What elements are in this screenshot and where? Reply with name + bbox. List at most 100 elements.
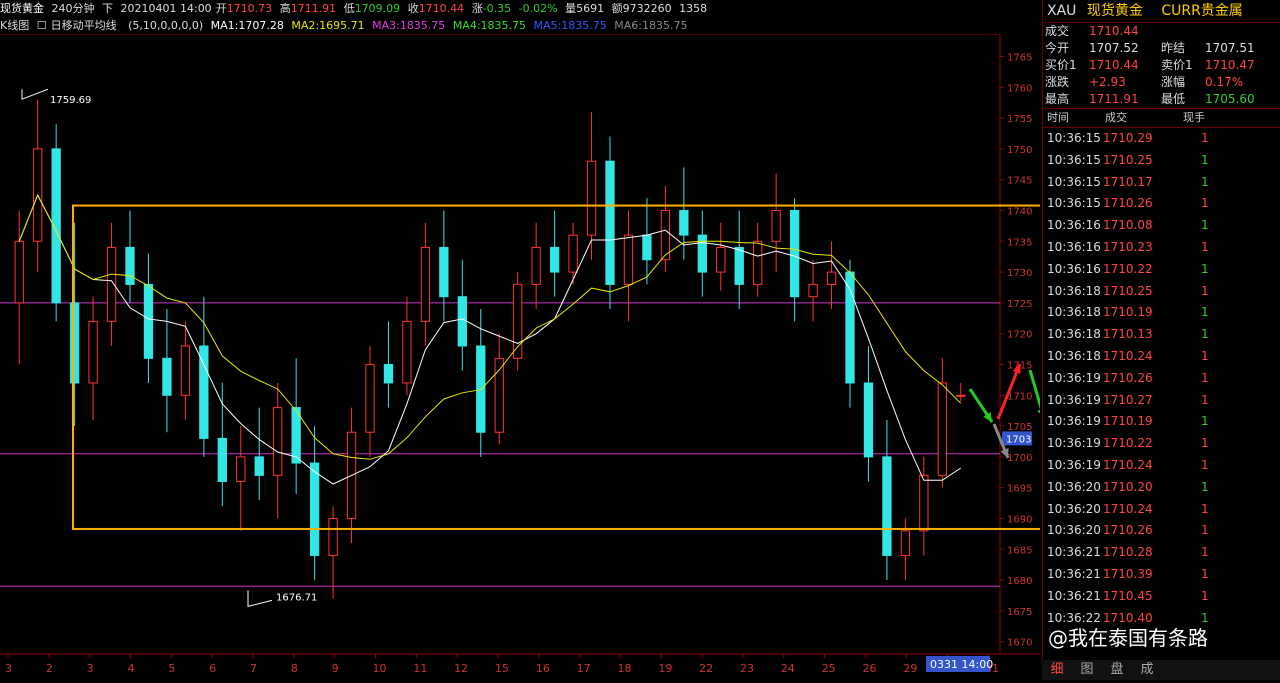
bid-value: 1710.44 (1089, 58, 1139, 72)
x-tick-label: 4 (128, 662, 135, 675)
candle-body (623, 234, 634, 285)
y-tick-label: 1700 (1007, 453, 1032, 464)
high-label: 最高 (1045, 92, 1070, 106)
candle-body (457, 296, 467, 347)
tick-price: 1710.19 (1103, 305, 1153, 320)
tick-price: 1710.26 (1103, 523, 1153, 538)
symbol-name: 现货黄金 (1086, 3, 1143, 19)
tick-row: 10:36:19 1710.26 1 (1043, 368, 1280, 390)
quote-row-last: 成交 1710.44 (1043, 23, 1280, 40)
ma5-value: MA5:1835.75 (533, 19, 607, 32)
tab-trades[interactable]: 成 (1132, 660, 1162, 680)
tick-time: 10:36:16 (1047, 218, 1101, 233)
candle-body (863, 382, 874, 458)
candle-body (254, 456, 264, 476)
tick-price: 1710.27 (1103, 392, 1153, 407)
tick-volume: 1 (1201, 348, 1209, 363)
tick-price: 1710.45 (1103, 588, 1153, 603)
candle-body (217, 437, 227, 483)
volume-label: 量 (565, 2, 577, 15)
candle-body (236, 456, 246, 483)
y-tick-label: 1750 (1007, 145, 1032, 156)
tick-time: 10:36:19 (1047, 457, 1101, 472)
kline-chart-svg[interactable]: 1765176017551750174517401735173017251720… (0, 33, 1246, 680)
y-tick-label: 1675 (1007, 607, 1032, 618)
tick-time: 10:36:19 (1047, 414, 1101, 429)
tick-volume: 1 (1201, 239, 1209, 254)
tick-time: 10:36:15 (1047, 131, 1101, 145)
candle-body (789, 209, 800, 298)
tab-detail[interactable]: 细 (1042, 660, 1072, 680)
tick-row: 10:36:21 1710.45 1 (1043, 586, 1280, 608)
bar-datetime: 20210401 14:00 (120, 2, 212, 15)
tick-volume: 1 (1201, 414, 1209, 429)
low-label: 最低 (1161, 92, 1186, 106)
ma1-line (18, 193, 962, 485)
tick-volume: 1 (1201, 479, 1209, 494)
candle-body (642, 234, 652, 261)
candle-body (586, 160, 597, 236)
quote-row-change: 涨跌 +2.93 涨幅 0.17% (1043, 74, 1280, 91)
tick-price: 1710.24 (1103, 457, 1153, 472)
mode-label[interactable]: 下 (102, 2, 113, 15)
tick-list[interactable]: 10:36:15 1710.29 1 10:36:15 1710.25 1 10:36:15… (1043, 128, 1280, 629)
kline-label[interactable]: K线图 (0, 19, 29, 32)
tick-volume: 1 (1201, 327, 1209, 342)
tick-time: 10:36:20 (1047, 501, 1101, 516)
y-tick-label: 1685 (1007, 545, 1032, 556)
tick-price-header: 成交 (1105, 111, 1127, 124)
y-tick-label: 1680 (1007, 576, 1032, 587)
extra-value: 1358 (679, 2, 708, 15)
ma-indicator-name: 日移动平均线 (50, 19, 117, 32)
tick-volume: 1 (1201, 261, 1209, 276)
candle-body (734, 246, 744, 285)
tab-chart[interactable]: 图 (1072, 660, 1102, 680)
tick-row: 10:36:20 1710.20 1 (1043, 477, 1280, 499)
period-label[interactable]: 240分钟 (52, 2, 95, 15)
amount-label: 额 (611, 2, 623, 15)
candle-body (605, 160, 615, 285)
ma-indicator-label[interactable]: ☐ 日移动平均线 (37, 19, 121, 32)
kline-chart[interactable]: 1765 1760 1755 1750 1745 1740 1735 1730 1725 1720… (0, 33, 1246, 680)
x-tick-label: 29 (903, 662, 917, 675)
candle-body (328, 517, 338, 556)
today-open-value: 1707.52 (1089, 41, 1139, 55)
candle-body (309, 462, 320, 556)
low-value: 1705.60 (1205, 92, 1255, 106)
ask-value: 1710.47 (1205, 58, 1255, 72)
y-tick-label: 1735 (1007, 237, 1032, 248)
tick-row: 10:36:19 1710.22 1 (1043, 433, 1280, 455)
tick-volume: 1 (1201, 523, 1209, 538)
tick-price: 1710.26 (1103, 196, 1153, 211)
tick-price: 1710.22 (1103, 436, 1153, 451)
tick-row: 10:36:21 1710.39 1 (1043, 564, 1280, 586)
tick-price: 1710.17 (1103, 174, 1153, 189)
candle-body (69, 302, 80, 384)
candle-body (937, 382, 947, 476)
ask-label: 卖价1 (1161, 58, 1193, 72)
x-tick-label: 9 (332, 662, 339, 675)
tick-row: 10:36:16 1710.08 1 (1043, 215, 1280, 237)
high-value: 1711.91 (1089, 92, 1139, 106)
change-pct-label: 涨幅 (1161, 75, 1186, 89)
tick-price: 1710.23 (1103, 239, 1153, 254)
tick-row: 10:36:18 1710.13 1 (1043, 324, 1280, 346)
tick-volume: 1 (1201, 174, 1209, 189)
candle-body (365, 363, 375, 433)
tick-volume: 1 (1201, 392, 1209, 407)
y-tick-label: 1720 (1007, 330, 1032, 341)
candle-body (143, 283, 154, 359)
tick-row: 10:36:18 1710.24 1 (1043, 346, 1280, 368)
tick-time: 10:36:16 (1047, 239, 1101, 254)
candle-body (291, 407, 301, 464)
tick-row: 10:36:20 1710.26 1 (1043, 520, 1280, 542)
tick-time: 10:36:20 (1047, 523, 1101, 538)
y-tick-label: 1755 (1007, 114, 1032, 125)
x-tick-label: 6 (209, 662, 216, 675)
tick-price: 1710.25 (1103, 152, 1153, 167)
ma-params: (5,10,0,0,0,0) (128, 19, 204, 32)
tab-book[interactable]: 盘 (1102, 660, 1132, 680)
tick-price: 1710.08 (1103, 218, 1153, 233)
symbol-category: CURR贵金属 (1161, 3, 1243, 19)
tick-price: 1710.22 (1103, 261, 1153, 276)
